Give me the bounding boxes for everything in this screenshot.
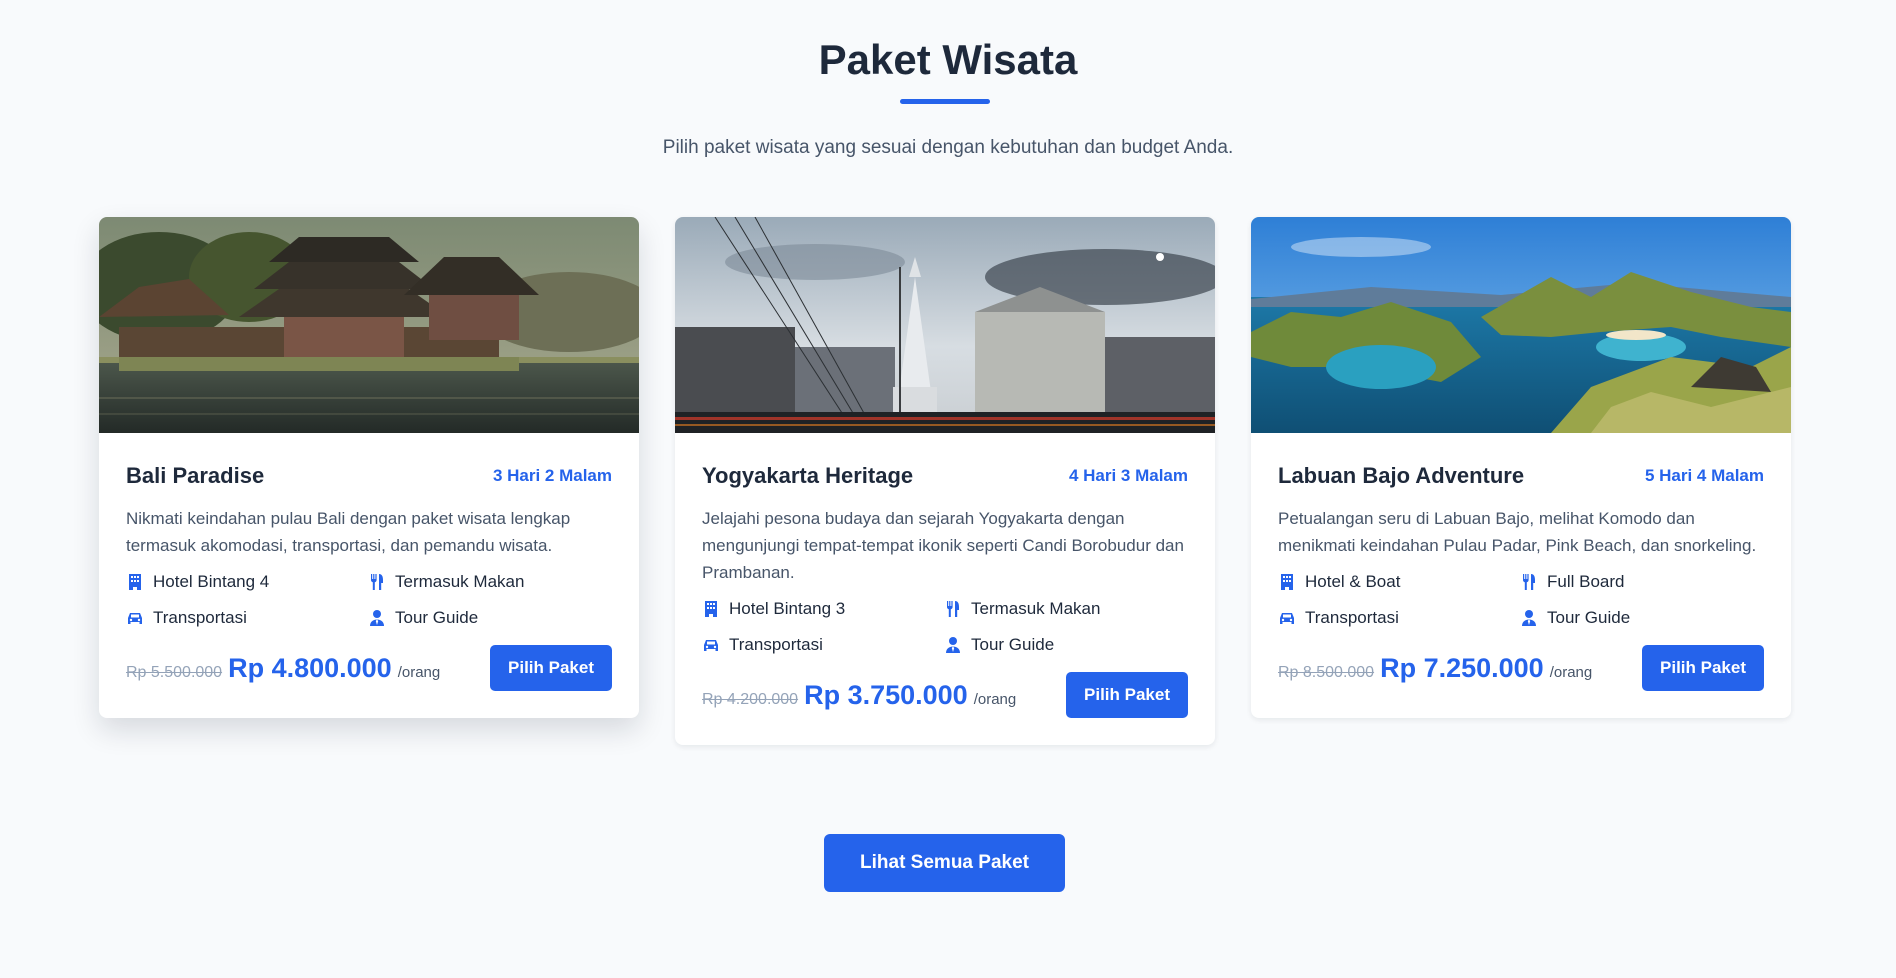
- price-original: Rp 4.200.000: [702, 690, 799, 708]
- feature-list: Hotel & Boat Full Board Transportasi Tou…: [1278, 569, 1764, 631]
- feature-list: Hotel Bintang 3 Termasuk Makan Transport…: [702, 596, 1188, 658]
- package-duration: 4 Hari 3 Malam: [1068, 466, 1188, 485]
- yogyakarta-monument-image: [675, 217, 1215, 433]
- feature-list: Hotel Bintang 4 Termasuk Makan Transport…: [126, 569, 612, 631]
- feature-label: Termasuk Makan: [395, 572, 525, 591]
- feature-item: Tour Guide: [944, 632, 1186, 658]
- price-original: Rp 5.500.000: [126, 663, 223, 681]
- feature-label: Transportasi: [153, 608, 247, 627]
- feature-item: Hotel & Boat: [1278, 569, 1520, 595]
- feature-item: Transportasi: [702, 632, 944, 658]
- package-card-labuan-bajo: Labuan Bajo Adventure 5 Hari 4 Malam Pet…: [1251, 217, 1791, 718]
- building-icon: [129, 574, 141, 590]
- choose-package-button[interactable]: Pilih Paket: [1066, 672, 1188, 718]
- package-card-yogyakarta: Yogyakarta Heritage 4 Hari 3 Malam Jelaj…: [675, 217, 1215, 745]
- user-tie-icon: [946, 637, 960, 653]
- feature-label: Tour Guide: [971, 635, 1055, 654]
- feature-item: Hotel Bintang 3: [702, 596, 944, 622]
- price-group: Rp 5.500.000 Rp 4.800.000 /orang: [126, 653, 440, 684]
- section-subtitle: Pilih paket wisata yang sesuai dengan ke…: [662, 137, 1234, 158]
- feature-label: Full Board: [1547, 572, 1625, 591]
- price-discounted: Rp 3.750.000: [804, 679, 968, 710]
- choose-package-button[interactable]: Pilih Paket: [1642, 645, 1764, 691]
- feature-item: Termasuk Makan: [944, 596, 1186, 622]
- choose-package-button[interactable]: Pilih Paket: [490, 645, 612, 691]
- package-title: Bali Paradise: [126, 463, 265, 488]
- utensils-icon: [947, 601, 959, 617]
- price-discounted: Rp 4.800.000: [228, 652, 392, 683]
- user-tie-icon: [1522, 610, 1536, 626]
- title-underline: [900, 99, 990, 104]
- price-group: Rp 4.200.000 Rp 3.750.000 /orang: [702, 680, 1016, 711]
- feature-label: Tour Guide: [1547, 608, 1631, 627]
- building-icon: [705, 601, 717, 617]
- car-icon: [704, 640, 718, 651]
- feature-label: Transportasi: [1305, 608, 1399, 627]
- package-description: Nikmati keindahan pulau Bali dengan pake…: [126, 509, 571, 555]
- view-all-packages-button[interactable]: Lihat Semua Paket: [824, 834, 1065, 892]
- car-icon: [128, 613, 142, 624]
- bali-temple-image: [99, 217, 639, 433]
- feature-label: Hotel Bintang 4: [153, 572, 270, 591]
- feature-item: Transportasi: [1278, 605, 1520, 631]
- price-group: Rp 8.500.000 Rp 7.250.000 /orang: [1278, 653, 1592, 684]
- feature-item: Hotel Bintang 4: [126, 569, 368, 595]
- package-duration: 3 Hari 2 Malam: [492, 466, 612, 485]
- price-unit: /orang: [1549, 663, 1593, 681]
- feature-item: Full Board: [1520, 569, 1762, 595]
- package-description: Jelajahi pesona budaya dan sejarah Yogya…: [702, 509, 1184, 582]
- section-title: Paket Wisata: [818, 36, 1078, 83]
- feature-item: Transportasi: [126, 605, 368, 631]
- package-duration: 5 Hari 4 Malam: [1644, 466, 1764, 485]
- feature-label: Tour Guide: [395, 608, 479, 627]
- labuan-bajo-islands-image: [1251, 217, 1791, 433]
- package-description: Petualangan seru di Labuan Bajo, melihat…: [1278, 509, 1757, 555]
- package-card-bali: Bali Paradise 3 Hari 2 Malam Nikmati kei…: [99, 217, 639, 718]
- feature-label: Transportasi: [729, 635, 823, 654]
- feature-label: Hotel Bintang 3: [729, 599, 846, 618]
- building-icon: [1281, 574, 1293, 590]
- feature-item: Tour Guide: [1520, 605, 1762, 631]
- feature-item: Tour Guide: [368, 605, 610, 631]
- feature-label: Termasuk Makan: [971, 599, 1101, 618]
- feature-item: Termasuk Makan: [368, 569, 610, 595]
- price-unit: /orang: [397, 663, 441, 681]
- price-discounted: Rp 7.250.000: [1380, 652, 1544, 683]
- utensils-icon: [1523, 574, 1535, 590]
- package-title: Yogyakarta Heritage: [702, 463, 914, 488]
- utensils-icon: [371, 574, 383, 590]
- car-icon: [1280, 613, 1294, 624]
- feature-label: Hotel & Boat: [1305, 572, 1401, 591]
- package-title: Labuan Bajo Adventure: [1278, 463, 1525, 488]
- price-original: Rp 8.500.000: [1278, 663, 1375, 681]
- user-tie-icon: [370, 610, 384, 626]
- price-unit: /orang: [973, 690, 1017, 708]
